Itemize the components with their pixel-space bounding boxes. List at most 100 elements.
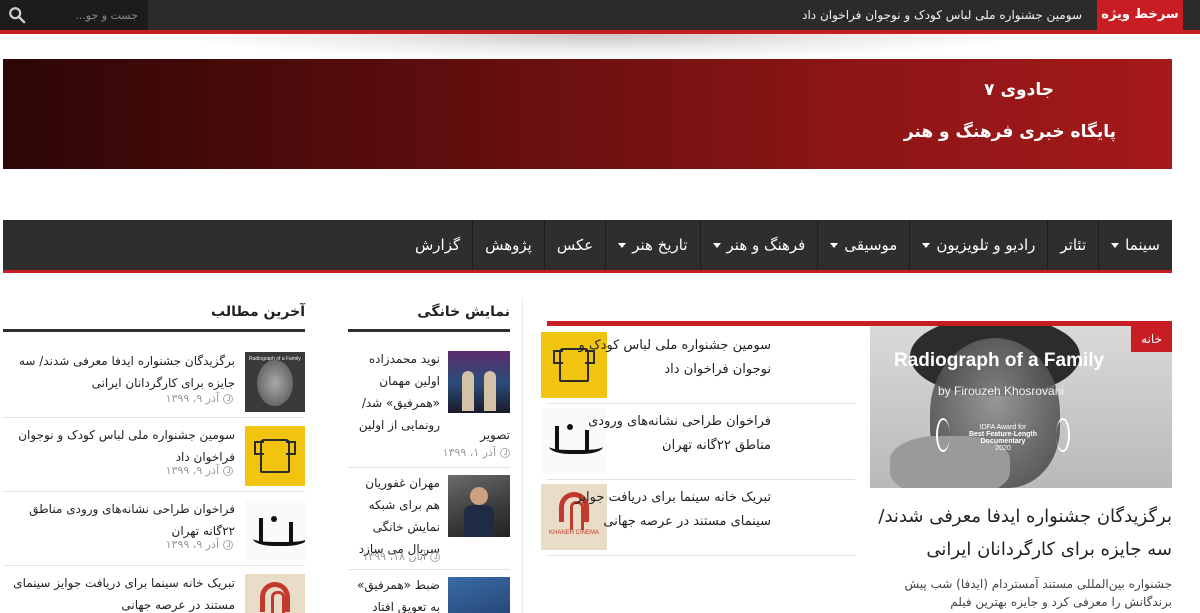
nav-item-label: پژوهش <box>485 236 532 254</box>
search-box <box>0 0 148 30</box>
award-line: IDFA Award for <box>979 424 1027 431</box>
nav-item-2[interactable]: تئاتر <box>1047 220 1098 271</box>
nav-item-label: فرهنگ و هنر <box>726 236 806 254</box>
breaking-news-link[interactable]: سومین جشنواره ملی لباس کودک و نوجوان فرا… <box>802 0 1082 30</box>
award-line: 2020 <box>995 445 1011 452</box>
calligraphy-mark <box>259 518 263 544</box>
latest-item-date: آذر ۹، ۱۳۹۹ <box>166 538 233 551</box>
search-input[interactable] <box>36 3 142 27</box>
nav-item-4[interactable]: موسیقی <box>817 220 909 271</box>
show-item-2[interactable]: مهران غفوریان هم برای شبکه نمایش خانگی س… <box>348 470 510 570</box>
date-text: آذر ۹، ۱۳۹۹ <box>165 538 219 551</box>
header-banner: جادوی ۷ پایگاه خبری فرهنگ و هنر <box>3 59 1172 169</box>
photo-figure-body <box>464 505 494 537</box>
featured-image-title: Radiograph of a Family <box>894 350 1105 371</box>
site-tagline: پایگاه خبری فرهنگ و هنر <box>903 122 1116 142</box>
nav-item-label: موسیقی <box>844 236 898 254</box>
latest-item-4[interactable]: تبریک خانه سینما برای دریافت جوایز سینما… <box>3 568 305 613</box>
latest-thumb-radiograph[interactable]: Radiograph of a Family <box>245 352 305 412</box>
nav-list: سینما تئاتر رادیو و تلویزیون موسیقی فرهنگ و … <box>403 220 1172 271</box>
latest-item-date: آذر ۹، ۱۳۹۹ <box>166 464 233 477</box>
latest-thumb-cinema[interactable] <box>245 574 305 613</box>
show-thumb-photo[interactable] <box>448 475 510 537</box>
poster-thumb-text: Radiograph of a Family <box>249 356 301 362</box>
featured-list-title[interactable]: تبریک خانه سینما برای دریافت جوایز سینما… <box>553 486 771 534</box>
featured-list-item-3[interactable]: KHANEH CINEMA تبریک خانه سینما برای دریا… <box>541 480 855 556</box>
date-text: آذر ۱، ۱۳۹۹ <box>442 446 496 459</box>
show-item-date: آذر ۱، ۱۳۹۹ <box>443 446 510 459</box>
show-thumb-blue[interactable] <box>448 577 510 613</box>
clock-icon <box>223 393 233 404</box>
show-item-title[interactable]: مهران غفوریان هم برای شبکه نمایش خانگی س… <box>348 472 440 560</box>
chevron-down-icon <box>830 243 839 248</box>
chevron-down-icon <box>712 243 721 248</box>
nav-item-5[interactable]: فرهنگ و هنر <box>699 220 818 271</box>
date-text: آذر ۹، ۱۳۹۹ <box>165 392 219 405</box>
nav-item-7[interactable]: عکس <box>543 220 605 271</box>
clock-icon <box>500 447 510 458</box>
calligraphy-mark <box>271 516 277 522</box>
stage-figure <box>462 371 474 411</box>
nav-item-3[interactable]: رادیو و تلویزیون <box>909 220 1047 271</box>
award-line: Best Feature-Length Documentary <box>968 431 1038 445</box>
nav-item-label: رادیو و تلویزیون <box>936 236 1036 254</box>
nav-item-label: گزارش <box>414 236 461 254</box>
nav-item-6[interactable]: تاریخ هنر <box>605 220 699 271</box>
date-text: آبان ۱۸، ۱۳۹۹ <box>362 550 426 563</box>
laurel-right-icon <box>1056 418 1070 452</box>
latest-item-2[interactable]: سومین جشنواره ملی لباس کودک و نوجوان فرا… <box>3 420 305 492</box>
nav-item-9[interactable]: گزارش <box>403 220 472 271</box>
show-thumb-stage[interactable] <box>448 351 510 413</box>
featured-excerpt: جشنواره بین‌المللی مستند آمستردام (ایدفا… <box>904 577 1172 609</box>
photo-figure-head <box>470 487 488 505</box>
nav-item-8[interactable]: پژوهش <box>472 220 544 271</box>
site-name[interactable]: جادوی ۷ <box>984 80 1054 100</box>
show-item-3[interactable]: ضبط «همرفیق» به تعویق افتاد <box>348 572 510 613</box>
nav-item-label: سینما <box>1125 236 1160 254</box>
show-item-title[interactable]: نوید محمدزاده اولین مهمان «همرفیق» شد/ ر… <box>348 348 440 436</box>
featured-list-title[interactable]: فراخوان طراحی نشانه‌های ورودی مناطق ۲۲گا… <box>553 410 771 458</box>
latest-section-title: آخرین مطالب <box>211 304 305 320</box>
tshirt-icon <box>254 439 296 473</box>
chevron-down-icon <box>618 243 627 248</box>
latest-item-title[interactable]: تبریک خانه سینما برای دریافت جوایز سینما… <box>3 572 235 613</box>
latest-item-title[interactable]: فراخوان طراحی نشانه‌های ورودی مناطق ۲۲گا… <box>3 498 235 542</box>
category-badge[interactable]: خانه <box>1131 326 1172 352</box>
poster-face-image <box>257 360 293 406</box>
chevron-down-icon <box>1111 243 1120 248</box>
column-divider <box>522 298 523 613</box>
show-item-title[interactable]: ضبط «همرفیق» به تعویق افتاد <box>348 574 440 613</box>
clock-icon <box>430 551 440 562</box>
nav-accent-line <box>3 270 1172 273</box>
main-navigation: سینما تئاتر رادیو و تلویزیون موسیقی فرهنگ و … <box>3 220 1172 271</box>
latest-thumb-tshirt[interactable] <box>245 426 305 486</box>
latest-item-title[interactable]: برگزیدگان جشنواره ایدفا معرفی شدند/ سه ج… <box>3 350 235 394</box>
featured-image-credit: by Firouzeh Khosrovani <box>938 384 1065 398</box>
nav-item-1[interactable]: سینما <box>1098 220 1172 271</box>
breaking-news-label: سرخط ویژه <box>1097 0 1183 30</box>
cinema-logo-icon <box>260 582 290 613</box>
show-section-header: نمایش خانگی <box>348 298 510 332</box>
nav-item-label: تاریخ هنر <box>632 236 688 254</box>
show-item-title-rest[interactable]: تصویر <box>348 424 510 446</box>
clock-icon <box>223 465 233 476</box>
show-section-title: نمایش خانگی <box>417 304 510 320</box>
featured-list-item-2[interactable]: فراخوان طراحی نشانه‌های ورودی مناطق ۲۲گا… <box>541 404 855 480</box>
latest-item-1[interactable]: Radiograph of a Family برگزیدگان جشنواره… <box>3 346 305 418</box>
featured-headline[interactable]: برگزیدگان جشنواره ایدفا معرفی شدند/ سه ج… <box>872 500 1172 566</box>
top-bar: سرخط ویژه سومین جشنواره ملی لباس کودک و … <box>0 0 1200 30</box>
nav-item-label: تئاتر <box>1060 236 1087 254</box>
search-icon[interactable] <box>8 6 26 24</box>
stage-figure <box>484 371 496 411</box>
latest-item-3[interactable]: فراخوان طراحی نشانه‌های ورودی مناطق ۲۲گا… <box>3 494 305 566</box>
nav-item-label: عکس <box>556 236 594 254</box>
award-badge: IDFA Award for Best Feature-Length Docum… <box>948 424 1058 452</box>
featured-image[interactable]: Radiograph of a Family by Firouzeh Khosr… <box>870 326 1172 488</box>
latest-thumb-calligraphy[interactable] <box>245 500 305 560</box>
show-item-1[interactable]: نوید محمدزاده اولین مهمان «همرفیق» شد/ ر… <box>348 346 510 468</box>
featured-list-title[interactable]: سومین جشنواره ملی لباس کودک و نوجوان فرا… <box>553 334 771 382</box>
latest-item-title[interactable]: سومین جشنواره ملی لباس کودک و نوجوان فرا… <box>3 424 235 468</box>
latest-section-header: آخرین مطالب <box>3 298 305 332</box>
featured-list-item-1[interactable]: سومین جشنواره ملی لباس کودک و نوجوان فرا… <box>541 328 855 404</box>
chevron-down-icon <box>922 243 931 248</box>
